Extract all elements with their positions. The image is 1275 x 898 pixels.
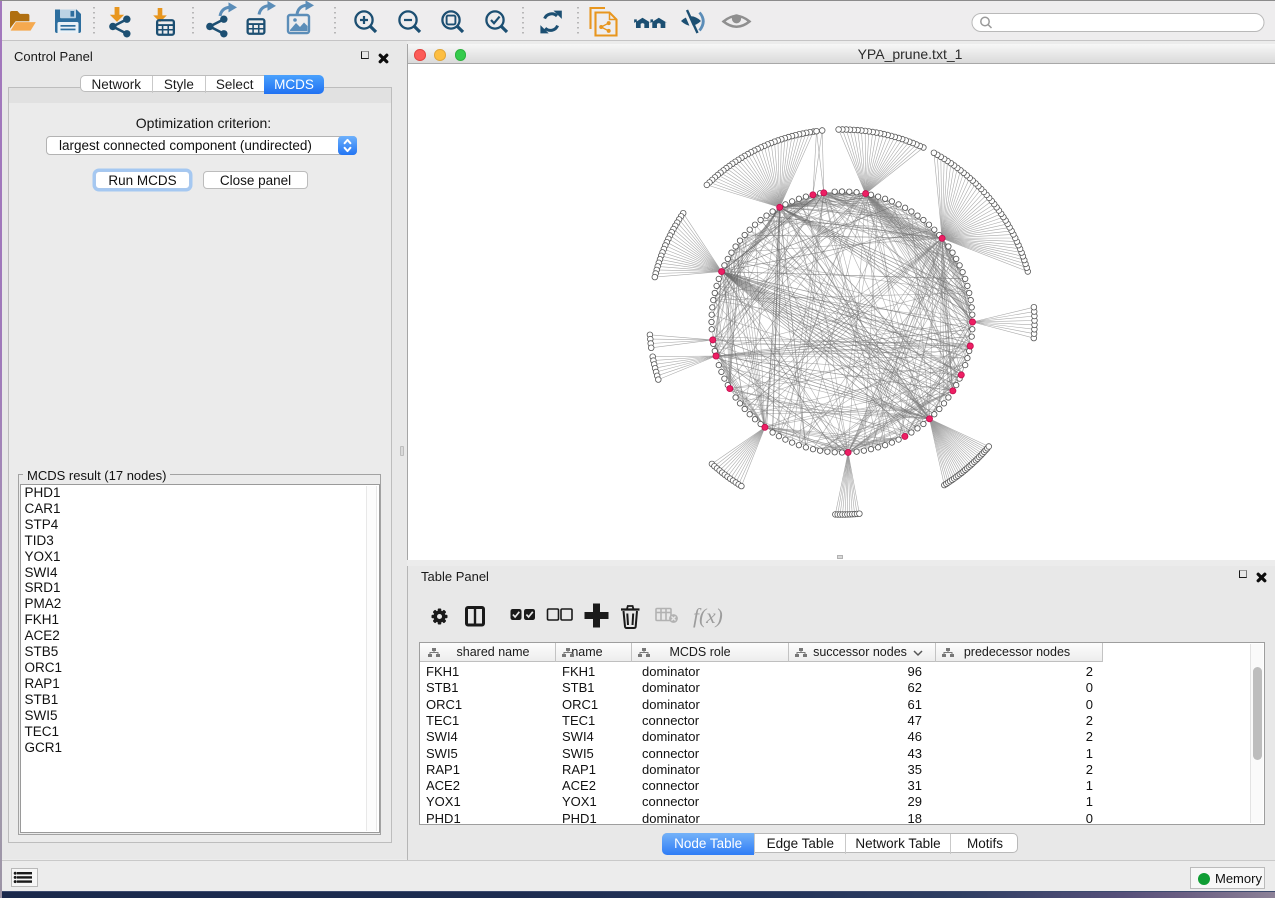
svg-text:f(x): f(x) [693,604,723,628]
